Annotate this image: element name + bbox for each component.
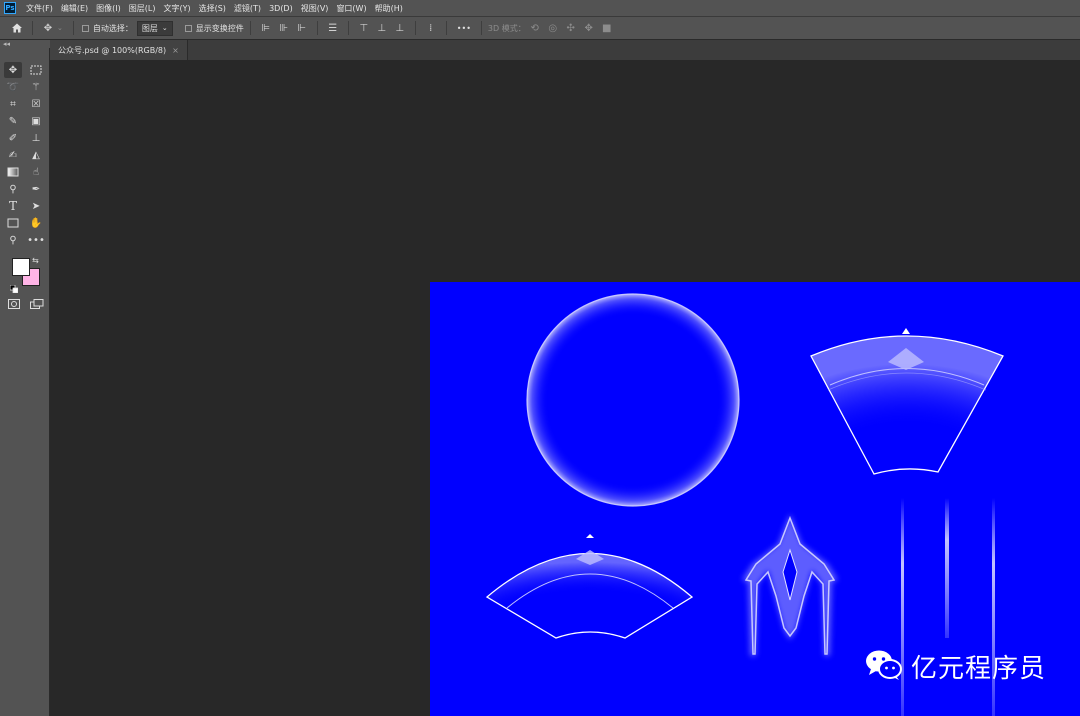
type-icon[interactable]: T [4,198,22,214]
3d-slide-icon[interactable]: ✥ [582,21,596,35]
3d-roll-icon[interactable]: ◎ [546,21,560,35]
path-select-icon[interactable]: ➤ [27,198,45,214]
auto-select-dropdown[interactable]: 图层 ⌄ [136,20,173,36]
spot-heal-icon[interactable]: ▣ [27,113,45,129]
screen-mode-icon[interactable] [30,294,44,313]
dodge-icon[interactable]: ⚲ [4,181,22,197]
separator [480,21,482,35]
swap-colors-icon[interactable]: ⇆ [32,256,39,265]
document-tab[interactable]: 公众号.psd @ 100%(RGB/8) × [50,40,188,60]
move-icon[interactable]: ✥ [4,62,22,78]
auto-select-label: 自动选择： [92,23,133,33]
crop-icon[interactable]: ⌗ [4,96,22,112]
tools-panel: ✥ ➰ ⚚ ⌗ ☒ ✎ ▣ ✐ ⊥ ✍ ◭ ☝ ⚲ ✒ T ➤ ✋ ⚲ ••• … [0,48,50,716]
zoom-icon[interactable]: ⚲ [4,232,22,248]
quick-mask-icon[interactable] [8,294,20,313]
smudge-icon[interactable]: ☝ [27,164,45,180]
more-tools-icon[interactable]: ••• [27,232,45,248]
separator [445,21,447,35]
3d-drag-icon[interactable]: ✣ [564,21,578,35]
menu-3d[interactable]: 3D(D) [265,4,297,13]
menu-help[interactable]: 帮助(H) [371,3,407,14]
lasso-icon[interactable]: ➰ [4,79,22,95]
menu-layer[interactable]: 图层(L) [125,3,160,14]
options-bar: ✥ ⌄ 自动选择： 图层 ⌄ 显示变换控件 ⊫ ⊪ ⊩ ☰ ⊤ ⊥ ⊥ ⁞ ••… [0,16,1080,40]
magic-wand-icon[interactable]: ⚚ [27,79,45,95]
watermark: 亿元程序员 [865,648,1046,685]
wechat-icon [865,649,903,685]
home-icon[interactable] [10,21,24,35]
align-vcenter-icon[interactable]: ⊥ [375,21,389,35]
align-hcenter-icon[interactable]: ⊪ [277,21,291,35]
document-tab-title: 公众号.psd @ 100%(RGB/8) [58,45,167,55]
document-tab-bar: 公众号.psd @ 100%(RGB/8) × [50,40,1080,60]
marquee-icon[interactable] [27,62,45,78]
crest-ornament [742,514,838,656]
3d-mode-label: 3D 模式： [487,23,526,33]
stamp-icon[interactable]: ⊥ [27,130,45,146]
eyedropper-icon[interactable]: ✎ [4,113,22,129]
menu-filter[interactable]: 滤镜(T) [230,3,265,14]
distribute-vertical-icon[interactable]: ⁞ [424,21,438,35]
separator [414,21,416,35]
more-options-button[interactable]: ••• [457,24,471,33]
frame-icon[interactable]: ☒ [27,96,45,112]
auto-select-value: 图层 [141,23,158,33]
separator [32,21,33,35]
separator [72,21,74,35]
rectangle-icon[interactable] [4,215,22,231]
distribute-horizontal-icon[interactable]: ☰ [326,21,340,35]
separator [316,21,318,35]
watermark-text: 亿元程序员 [911,654,1047,684]
gradient-icon[interactable] [4,164,22,180]
tool-preset-chevron-icon[interactable]: ⌄ [57,24,63,32]
separator [347,21,349,35]
menu-window[interactable]: 窗口(W) [332,3,370,14]
brush-icon[interactable]: ✐ [4,130,22,146]
history-brush-icon[interactable]: ✍ [4,147,22,163]
menu-image[interactable]: 图像(I) [92,3,125,14]
show-transform-checkbox[interactable] [184,24,192,32]
menu-bar: Ps 文件(F) 编辑(E) 图像(I) 图层(L) 文字(Y) 选择(S) 滤… [0,0,1080,16]
menu-select[interactable]: 选择(S) [195,3,230,14]
align-left-icon[interactable]: ⊫ [259,21,273,35]
align-bottom-icon[interactable]: ⊥ [393,21,407,35]
move-tool-icon[interactable]: ✥ [41,21,55,35]
separator [249,21,251,35]
chevron-down-icon: ⌄ [161,24,168,32]
photoshop-logo[interactable]: Ps [4,2,16,14]
menu-type[interactable]: 文字(Y) [159,3,194,14]
foreground-color-swatch[interactable] [12,258,30,276]
orb-shape [526,293,740,507]
menu-view[interactable]: 视图(V) [297,3,333,14]
auto-select-checkbox[interactable] [81,24,89,32]
3d-orbit-icon[interactable]: ⟲ [528,21,542,35]
hand-icon[interactable]: ✋ [27,215,45,231]
fan-shape-small [485,534,694,639]
align-top-icon[interactable]: ⊤ [357,21,371,35]
show-transform-label: 显示变换控件 [195,23,244,33]
menu-file[interactable]: 文件(F) [22,3,57,14]
menu-edit[interactable]: 编辑(E) [57,3,92,14]
pen-icon[interactable]: ✒ [27,181,45,197]
default-colors-icon[interactable] [9,278,19,294]
fan-shape-large [810,328,1004,475]
toolbar-collapse-button[interactable]: ◂◂ [0,40,50,48]
3d-camera-icon[interactable]: ■ [600,21,614,35]
eraser-icon[interactable]: ◭ [27,147,45,163]
align-right-icon[interactable]: ⊩ [295,21,309,35]
close-icon[interactable]: × [172,46,179,55]
